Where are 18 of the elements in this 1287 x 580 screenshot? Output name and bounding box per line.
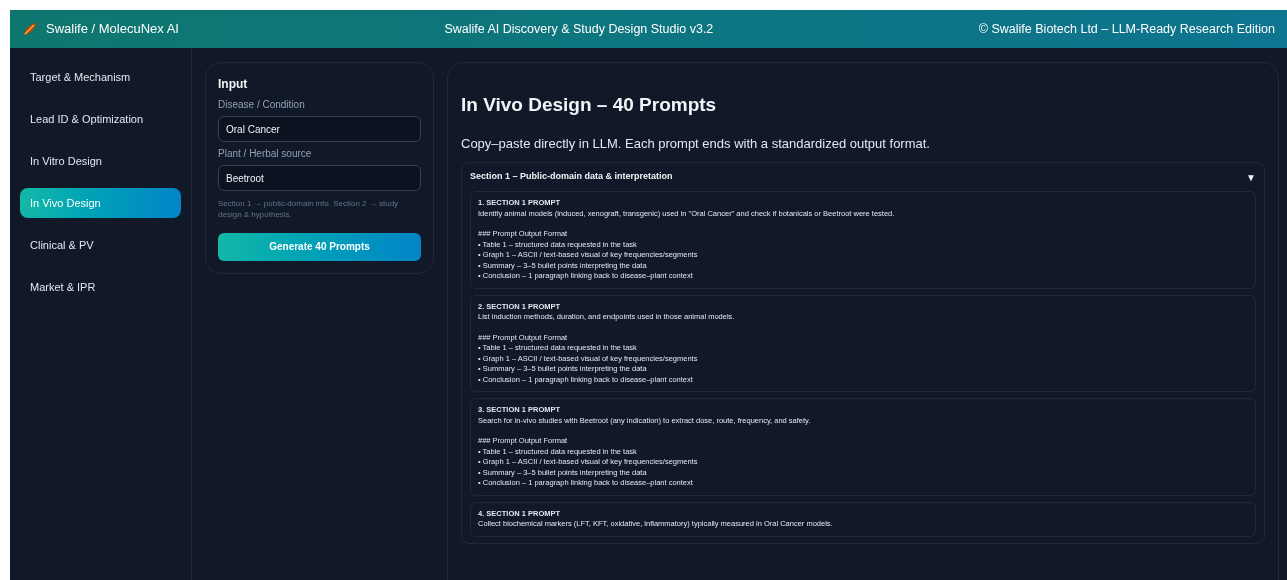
sidebar-item[interactable]: Market & IPR	[20, 272, 181, 302]
leaf-icon	[22, 21, 38, 37]
panel-title: Input	[218, 76, 249, 93]
text-field[interactable]: Beetroot	[218, 165, 421, 191]
section-header[interactable]: Section 1 – Public-domain data & interpretation ▼	[462, 163, 1264, 191]
field-label: Plant / Herbal source	[218, 147, 313, 161]
sidebar-item[interactable]: In Vitro Design	[20, 146, 181, 176]
brand-title: Swalife / MolecuNex AI	[46, 20, 179, 39]
page-subtitle: Copy–paste directly in LLM. Each prompt ends with a standardized output format.	[461, 134, 931, 153]
sidebar-item[interactable]: Clinical & PV	[20, 230, 181, 260]
page-heading: In Vivo Design – 40 Prompts	[461, 93, 718, 117]
sidebar-item[interactable]: Lead ID & Optimization	[20, 104, 181, 134]
app-title: Swalife AI Discovery & Study Design Studio v3.2	[444, 20, 714, 38]
sidebar-item[interactable]: Target & Mechanism	[20, 62, 181, 92]
field-label: Disease / Condition	[218, 98, 306, 112]
text-field[interactable]: Oral Cancer	[218, 116, 421, 142]
copyright-text: © Swalife Biotech Ltd – LLM-Ready Research Edition	[978, 20, 1275, 38]
hint-text: Section 1 → public-domain info. Section 2 → study design & hypothesis.	[218, 199, 400, 221]
